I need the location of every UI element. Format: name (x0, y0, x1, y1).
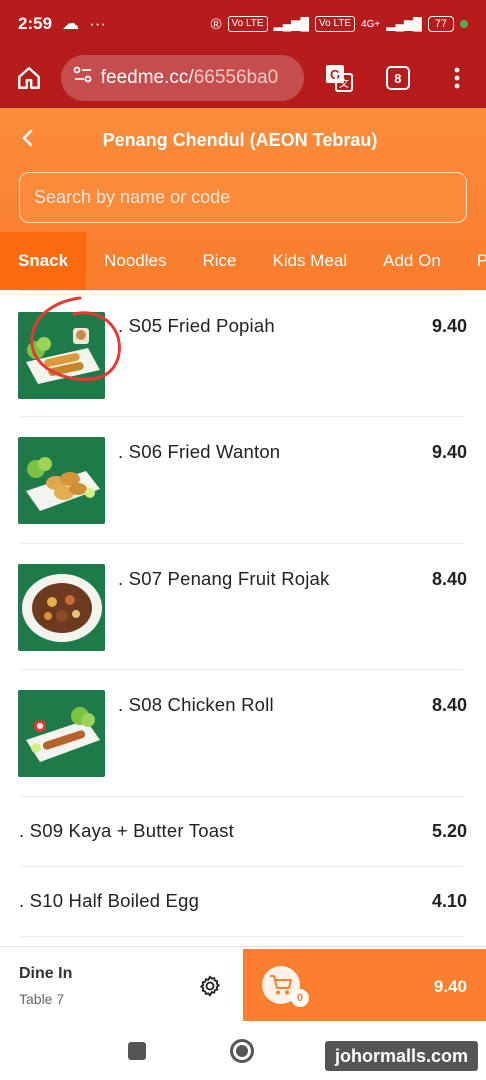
item-price: 4.10 (431, 891, 467, 911)
cart-button[interactable]: 0 9.40 (243, 949, 486, 1021)
item-price: 8.40 (431, 695, 467, 715)
item-name: . S07 Penang Fruit Rojak (118, 568, 330, 589)
volte-badge-2: Vo LTE (315, 16, 356, 32)
home-icon[interactable] (12, 60, 47, 96)
item-name: . S08 Chicken Roll (118, 694, 274, 715)
browser-toolbar: feedme.cc/66556ba0 G文 8 (0, 48, 486, 108)
volte-badge-1: Vo LTE (227, 16, 268, 32)
signal-icon: ▂▄▆█ (273, 17, 310, 31)
list-item[interactable]: . S10 Half Boiled Egg 4.10 (0, 866, 486, 937)
network-type-label: 4G+ (361, 18, 381, 30)
tab-add-on[interactable]: Add On (365, 232, 459, 290)
site-settings-icon[interactable] (73, 66, 93, 90)
svg-text:文: 文 (339, 77, 349, 90)
recents-button[interactable] (128, 1042, 146, 1060)
food-thumbnail (18, 690, 105, 777)
tab-noodles[interactable]: Noodles (86, 232, 184, 290)
list-item[interactable]: . S06 Fried Wanton 9.40 (0, 416, 486, 544)
privacy-dot-icon (460, 20, 468, 28)
menu-list: . S05 Fried Popiah 9.40 . S06 Fried Want… (0, 290, 486, 946)
tab-more[interactable]: P (459, 232, 486, 290)
item-name: . S06 Fried Wanton (118, 441, 281, 462)
food-thumbnail (18, 437, 105, 524)
back-chevron-icon[interactable] (20, 129, 34, 152)
signal-icon-2: ▂▄▆█ (386, 17, 422, 31)
battery-icon: 77 (427, 16, 454, 32)
tab-rice[interactable]: Rice (184, 232, 254, 290)
store-header: Penang Chendul (AEON Tebrau) Snack Noodl… (0, 108, 486, 290)
divider (20, 936, 463, 937)
item-name: . S09 Kaya + Butter Toast (19, 820, 234, 841)
list-item[interactable]: . S09 Kaya + Butter Toast 5.20 (0, 796, 486, 867)
home-button[interactable] (230, 1039, 254, 1063)
url-domain: feedme.cc/ (100, 67, 194, 88)
url-path: 66556ba0 (193, 67, 279, 88)
item-price: 9.40 (431, 442, 467, 462)
cloud-icon: ☁ (62, 14, 80, 33)
list-item[interactable]: . S08 Chicken Roll 8.40 (0, 669, 486, 797)
tab-kids-meal[interactable]: Kids Meal (254, 232, 365, 290)
address-bar[interactable]: feedme.cc/66556ba0 (60, 55, 304, 101)
red-circle-annotation (30, 296, 121, 381)
clock: 2:59 (18, 14, 53, 33)
tab-switcher-button[interactable]: 8 (381, 60, 416, 96)
watermark: johormalls.com (324, 1040, 479, 1072)
system-nav-bar: johormalls.com (0, 1022, 486, 1080)
item-price: 9.40 (431, 316, 467, 336)
item-price: 5.20 (431, 821, 467, 841)
gear-icon[interactable] (198, 974, 222, 1003)
tab-count: 8 (385, 66, 410, 90)
table-label: Table 7 (19, 991, 65, 1007)
cart-total: 9.40 (433, 977, 467, 996)
list-item[interactable]: . S07 Penang Fruit Rojak 8.40 (0, 543, 486, 670)
browser-menu-icon[interactable] (439, 60, 474, 96)
item-price: 8.40 (431, 569, 467, 589)
item-name: . S10 Half Boiled Egg (19, 890, 200, 911)
more-notifications-icon: ··· (89, 14, 107, 33)
food-thumbnail (18, 564, 105, 651)
item-name: . S05 Fried Popiah (118, 315, 275, 336)
dining-mode[interactable]: Dine In (19, 965, 72, 983)
order-bar: Dine In Table 7 0 9.40 (0, 946, 486, 1022)
list-item[interactable]: . S05 Fried Popiah 9.40 (0, 290, 486, 417)
registered-icon: ® (210, 15, 222, 33)
store-title: Penang Chendul (AEON Tebrau) (102, 129, 378, 150)
search-box[interactable] (19, 172, 467, 223)
search-input[interactable] (34, 187, 452, 208)
category-tabs: Snack Noodles Rice Kids Meal Add On P (0, 232, 486, 290)
cart-count-badge: 0 (291, 989, 309, 1007)
tab-snack[interactable]: Snack (0, 232, 87, 290)
translate-icon[interactable]: G文 (322, 60, 357, 96)
status-bar: 2:59 ☁ ··· ® Vo LTE ▂▄▆█ Vo LTE 4G+ ▂▄▆█… (0, 0, 486, 48)
